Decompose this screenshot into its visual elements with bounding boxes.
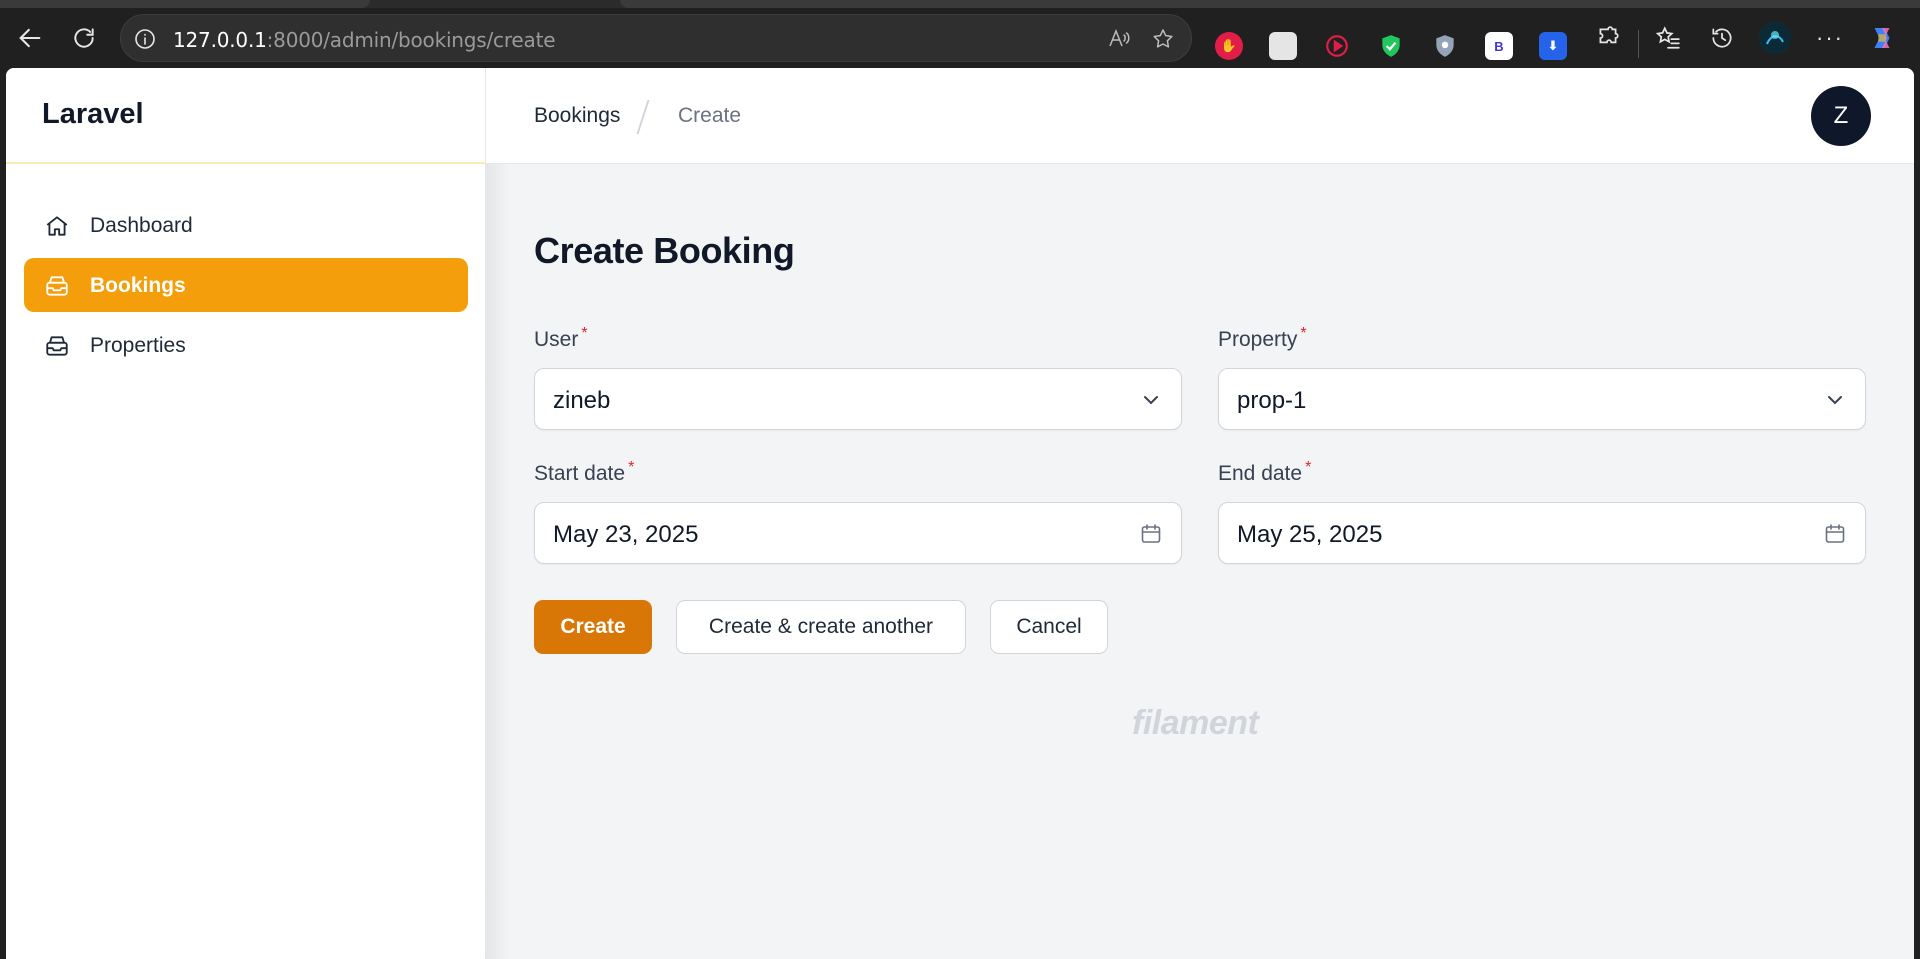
refresh-icon[interactable] — [68, 22, 100, 54]
start-date-label-text: Start date — [534, 462, 626, 485]
sidebar-shadow — [486, 164, 510, 959]
site-info-icon[interactable] — [133, 27, 157, 51]
shield-check-extension-icon[interactable] — [1377, 32, 1405, 60]
shield-extension-icon[interactable] — [1431, 32, 1459, 60]
brand-logo-text[interactable]: Laravel — [42, 98, 144, 131]
inbox-stack-icon — [44, 273, 70, 299]
profile-avatar[interactable] — [1759, 22, 1791, 54]
user-avatar[interactable]: Z — [1811, 86, 1871, 146]
browser-tabstrip — [0, 0, 1920, 8]
url-text[interactable]: 127.0.0.1:8000/admin/bookings/create — [173, 28, 556, 52]
document-extension-icon[interactable] — [1269, 32, 1297, 60]
sidebar-item-label: Properties — [90, 334, 186, 357]
sidebar-item-label: Dashboard — [90, 214, 193, 237]
download-extension-icon[interactable]: ⬇ — [1539, 32, 1567, 60]
breadcrumb-separator — [636, 100, 650, 134]
breadcrumb-create: Create — [678, 104, 742, 127]
home-icon — [44, 213, 70, 239]
app-window: Laravel Dashboard Bookings Properties Bo… — [6, 68, 1914, 959]
start-date-label: Start date * — [534, 459, 635, 486]
record-extension-icon[interactable] — [1323, 32, 1351, 60]
user-select-value: zineb — [553, 387, 611, 414]
property-label: Property * — [1218, 325, 1307, 352]
favorites-icon[interactable] — [1652, 22, 1684, 54]
brand-header: Laravel — [6, 68, 486, 164]
sidebar-item-properties[interactable]: Properties — [24, 318, 468, 372]
more-menu-icon[interactable]: ··· — [1814, 22, 1846, 54]
chevron-down-icon[interactable] — [1823, 388, 1847, 412]
calendar-icon[interactable] — [1139, 522, 1163, 546]
create-button[interactable]: Create — [534, 600, 652, 654]
sidebar: Laravel Dashboard Bookings Properties — [6, 68, 486, 959]
end-date-label-text: End date — [1218, 462, 1303, 485]
history-icon[interactable] — [1706, 22, 1738, 54]
required-marker: * — [628, 459, 635, 476]
property-label-text: Property — [1218, 328, 1298, 351]
adblock-extension-icon[interactable]: ✋ — [1215, 32, 1243, 60]
user-select[interactable]: zineb — [534, 368, 1182, 430]
browser-tab-area — [620, 0, 1920, 8]
end-date-value: May 25, 2025 — [1237, 521, 1383, 548]
inbox-stack-icon — [44, 333, 70, 359]
toolbar-divider — [1638, 30, 1639, 58]
page-title: Create Booking — [534, 230, 795, 271]
main-content: Create Booking User * zineb Property * pro… — [486, 164, 1914, 959]
back-icon[interactable] — [14, 22, 46, 54]
filament-logo: filament — [1132, 704, 1259, 742]
property-select-value: prop-1 — [1237, 387, 1307, 414]
address-bar[interactable]: 127.0.0.1:8000/admin/bookings/create — [120, 14, 1192, 62]
read-aloud-icon[interactable] — [1107, 27, 1131, 51]
cancel-button[interactable]: Cancel — [990, 600, 1108, 654]
property-select[interactable]: prop-1 — [1218, 368, 1866, 430]
start-date-picker[interactable]: May 23, 2025 — [534, 502, 1182, 564]
browser-tab[interactable] — [0, 0, 370, 8]
end-date-picker[interactable]: May 25, 2025 — [1218, 502, 1866, 564]
browser-toolbar: 127.0.0.1:8000/admin/bookings/create ✋ B… — [0, 8, 1920, 68]
sidebar-item-bookings[interactable]: Bookings — [24, 258, 468, 312]
sidebar-item-label: Bookings — [90, 274, 186, 297]
end-date-label: End date * — [1218, 459, 1312, 486]
favorite-star-icon[interactable] — [1151, 27, 1175, 51]
user-label: User * — [534, 325, 588, 352]
topbar: Bookings Create Z — [486, 68, 1914, 164]
sidebar-item-dashboard[interactable]: Dashboard — [24, 198, 468, 252]
required-marker: * — [1300, 325, 1307, 342]
b-extension-icon[interactable]: B — [1485, 32, 1513, 60]
breadcrumb-bookings[interactable]: Bookings — [534, 104, 620, 128]
extensions-puzzle-icon[interactable] — [1592, 22, 1624, 54]
copilot-icon[interactable] — [1866, 22, 1898, 54]
required-marker: * — [581, 325, 588, 342]
create-another-button[interactable]: Create & create another — [676, 600, 966, 654]
required-marker: * — [1305, 459, 1312, 476]
start-date-value: May 23, 2025 — [553, 521, 699, 548]
user-label-text: User — [534, 328, 579, 351]
chevron-down-icon[interactable] — [1139, 388, 1163, 412]
calendar-icon[interactable] — [1823, 522, 1847, 546]
